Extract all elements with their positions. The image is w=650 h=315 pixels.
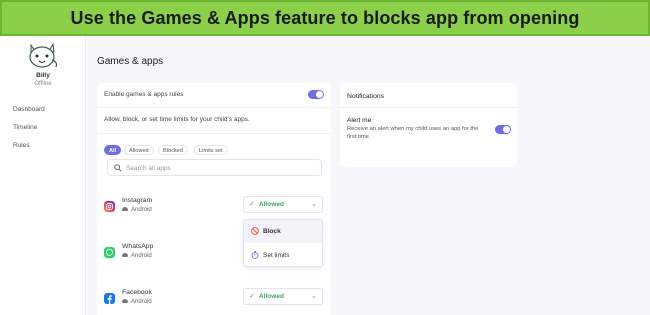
app-name: Instagram [122, 197, 153, 204]
alert-me-toggle[interactable] [495, 125, 511, 134]
menu-item-set-limits[interactable]: Set limits [244, 244, 322, 267]
filter-blocked[interactable]: Blocked [158, 145, 188, 155]
chevron-down-icon: ⌄ [311, 293, 317, 300]
timer-icon [251, 251, 259, 259]
sidebar-item-timeline[interactable]: Timeline [13, 124, 37, 131]
enable-rules-toggle[interactable] [308, 90, 324, 99]
search-box[interactable] [107, 159, 322, 176]
main-content: Games & apps Enable games & apps rules A… [87, 36, 650, 315]
page-title: Games & apps [97, 56, 164, 67]
whatsapp-icon [104, 247, 115, 258]
app-platform: Android [122, 253, 152, 259]
divider [340, 107, 517, 108]
caption-text: Use the Games & Apps feature to blocks a… [70, 7, 580, 28]
enable-rules-label: Enable games & apps rules [104, 91, 184, 98]
filter-allowed[interactable]: Allowed [124, 145, 154, 155]
child-name: Billy [36, 72, 50, 79]
app-platform: Android [122, 299, 152, 305]
filter-all[interactable]: All [104, 145, 122, 155]
check-icon: ✓ [249, 201, 255, 208]
games-apps-card: Enable games & apps rules Allow, block, … [97, 83, 331, 315]
menu-item-label: Set limits [263, 252, 290, 259]
facebook-icon [104, 293, 115, 304]
sidebar-item-dashboard[interactable]: Dashboard [13, 106, 45, 113]
caption-banner: Use the Games & Apps feature to blocks a… [0, 0, 650, 36]
search-input[interactable] [126, 163, 316, 173]
app-status-select[interactable]: ✓ Allowed ⌄ [243, 196, 323, 213]
notifications-card: Notifications Alert me Receive an alert … [340, 83, 517, 167]
divider [97, 107, 331, 108]
app-name: WhatsApp [122, 243, 154, 250]
menu-item-label: Block [263, 228, 281, 235]
app-status-select[interactable]: ✓ Allowed ⌄ [243, 288, 323, 305]
menu-item-block[interactable]: Block [244, 220, 322, 243]
chevron-down-icon: ⌄ [311, 201, 317, 208]
alert-me-description: Receive an alert when my child uses an a… [347, 126, 479, 140]
app-name: Facebook [122, 289, 152, 296]
android-icon [122, 207, 128, 212]
android-icon [122, 299, 128, 304]
check-icon: ✓ [249, 293, 255, 300]
app-platform: Android [122, 207, 152, 213]
alert-me-label: Alert me [347, 117, 372, 124]
sidebar: Billy Offline Dashboard Timeline Rules [0, 36, 86, 315]
status-dropdown-menu: Block Set limits [243, 219, 323, 267]
avatar [29, 42, 58, 68]
child-status: Offline [34, 81, 52, 87]
notifications-title: Notifications [347, 93, 385, 100]
block-icon [251, 227, 259, 235]
divider [97, 133, 331, 134]
filter-limits-set[interactable]: Limits set [194, 145, 228, 155]
android-icon [122, 253, 128, 258]
rules-description: Allow, block, or set time limits for you… [104, 116, 250, 123]
instagram-icon [104, 201, 115, 212]
search-icon [114, 164, 122, 172]
sidebar-item-rules[interactable]: Rules [13, 142, 30, 149]
